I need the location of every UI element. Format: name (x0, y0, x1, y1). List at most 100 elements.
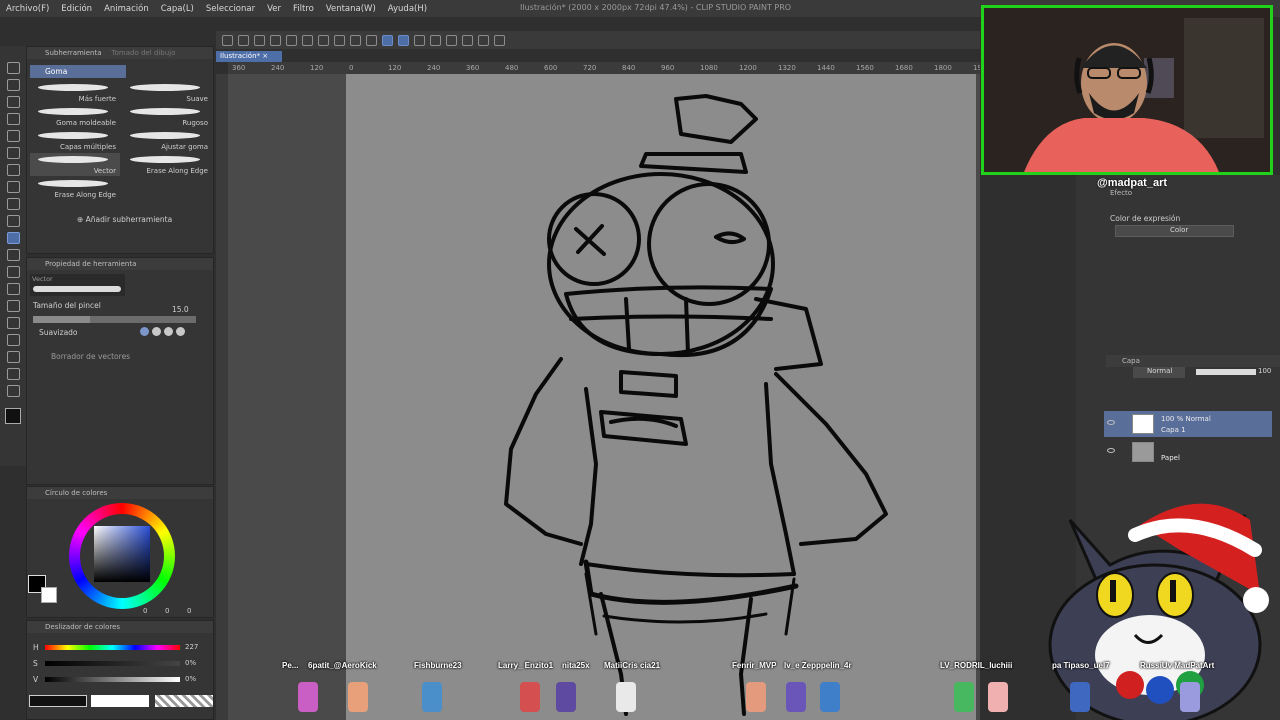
layer-name-label: Capa 1 (1161, 426, 1186, 434)
crop-icon[interactable] (350, 34, 361, 46)
saturation-slider[interactable] (45, 661, 180, 666)
eraser-tool-icon[interactable] (6, 232, 20, 244)
export-icon[interactable] (270, 34, 281, 46)
frame-tool-icon[interactable] (6, 317, 20, 329)
link-icon[interactable] (446, 34, 457, 46)
pencil-tool-icon[interactable] (6, 181, 20, 193)
saturation-value-square[interactable] (94, 526, 150, 582)
blend-tool-icon[interactable] (6, 249, 20, 261)
fullscreen-icon[interactable] (462, 34, 473, 46)
new-icon[interactable] (222, 34, 233, 46)
visibility-eye-icon[interactable] (1107, 448, 1115, 453)
zoom-tool-icon[interactable] (6, 62, 20, 74)
expression-color-select[interactable]: Color (1115, 225, 1234, 237)
pen-tool-icon[interactable] (6, 164, 20, 176)
gradient-tool-icon[interactable] (6, 283, 20, 295)
help-icon[interactable] (430, 34, 441, 46)
value-slider[interactable] (45, 677, 180, 682)
menu-capa[interactable]: Capa(L) (155, 4, 200, 14)
brush-item[interactable]: Suave (122, 81, 212, 104)
transform-icon[interactable] (334, 34, 345, 46)
close-icon[interactable]: × (262, 52, 268, 60)
menu-seleccionar[interactable]: Seleccionar (200, 4, 261, 14)
brush-item[interactable]: Rugoso (122, 105, 212, 128)
figure-tool-icon[interactable] (6, 300, 20, 312)
brush-item[interactable]: Capas múltiples (30, 129, 120, 152)
opacity-slider[interactable] (1196, 369, 1256, 375)
brush-item[interactable]: Más fuerte (30, 81, 120, 104)
menu-ventana[interactable]: Ventana(W) (320, 4, 382, 14)
brush-label: Rugoso (182, 119, 208, 127)
visibility-eye-icon[interactable] (1107, 420, 1115, 425)
settings-icon[interactable] (494, 34, 505, 46)
move-tool-icon[interactable] (6, 96, 20, 108)
save-icon[interactable] (254, 34, 265, 46)
hue-slider[interactable] (45, 645, 180, 650)
menu-edicion[interactable]: Edición (55, 4, 98, 14)
menu-animacion[interactable]: Animación (98, 4, 155, 14)
auto-select-icon[interactable] (6, 130, 20, 142)
hand-tool-icon[interactable] (6, 79, 20, 91)
ruler-tick-label: 1680 (895, 64, 913, 72)
v-value[interactable]: 0% (185, 675, 196, 683)
hue-ring[interactable] (69, 503, 175, 609)
layer-icon[interactable] (478, 34, 489, 46)
color-wheel-panel: Círculo de colores 0 0 0 (26, 486, 214, 618)
undo-icon[interactable] (286, 34, 297, 46)
smoothing-option[interactable] (176, 327, 185, 336)
drawing-canvas[interactable] (346, 74, 976, 720)
brush-item[interactable]: Ajustar goma (122, 129, 212, 152)
ruler-tool-icon[interactable] (6, 334, 20, 346)
s-value[interactable]: 0% (185, 659, 196, 667)
brush-item[interactable]: Erase Along Edge (30, 177, 120, 200)
subtool-header-label[interactable]: Subherramienta (45, 49, 102, 57)
balloon-tool-icon[interactable] (6, 368, 20, 380)
brush-size-slider[interactable] (33, 316, 196, 323)
menu-ver[interactable]: Ver (261, 4, 287, 14)
viewer-name: 6patit_@AeroKick (308, 661, 377, 670)
viewer-name: pa Tipaso_uel7 (1052, 661, 1110, 670)
subtool-header-label2[interactable]: Tomado del dibujo (112, 49, 176, 57)
color-history-white[interactable] (91, 695, 149, 707)
redo-icon[interactable] (302, 34, 313, 46)
layer-row-papel[interactable]: Papel (1104, 439, 1272, 465)
eyedropper-icon[interactable] (6, 147, 20, 159)
blend-mode-select[interactable]: Normal (1133, 367, 1185, 378)
open-icon[interactable] (238, 34, 249, 46)
brush-tool-icon[interactable] (6, 198, 20, 210)
brush-item[interactable]: Erase Along Edge (122, 153, 212, 176)
color-history-black[interactable] (29, 695, 87, 707)
layer-panel-header: Capa (1106, 355, 1280, 367)
snap-grid-icon[interactable] (414, 34, 425, 46)
smoothing-option[interactable] (164, 327, 173, 336)
smoothing-option[interactable] (152, 327, 161, 336)
airbrush-tool-icon[interactable] (6, 215, 20, 227)
menu-ayuda[interactable]: Ayuda(H) (382, 4, 433, 14)
h-value[interactable]: 227 (185, 643, 198, 651)
main-color-swatch[interactable] (5, 408, 21, 424)
sub-color-chip[interactable] (41, 587, 57, 603)
brush-item-selected[interactable]: Vector (30, 153, 120, 176)
selection-tool-icon[interactable] (6, 113, 20, 125)
color-history-transparent[interactable] (155, 695, 213, 707)
opacity-value[interactable]: 100 (1258, 367, 1271, 375)
menu-filtro[interactable]: Filtro (287, 4, 320, 14)
text-tool-icon[interactable] (6, 351, 20, 363)
subtool-group-goma[interactable]: Goma (30, 65, 126, 78)
webcam-overlay (981, 5, 1273, 175)
menu-archivo[interactable]: Archivo(F) (0, 4, 55, 14)
snap-special-ruler-icon[interactable] (398, 34, 409, 46)
brush-size-value[interactable]: 15.0 (172, 305, 189, 314)
preset-preview[interactable]: Vector (30, 274, 125, 296)
loading-icon[interactable] (318, 34, 329, 46)
brush-item[interactable]: Goma moldeable (30, 105, 120, 128)
clear-icon[interactable] (366, 34, 377, 46)
correct-line-tool-icon[interactable] (6, 385, 20, 397)
add-subtool-button[interactable]: ⊕ Añadir subherramienta (77, 215, 172, 224)
fill-tool-icon[interactable] (6, 266, 20, 278)
layer-row-capa1[interactable]: 100 % Normal Capa 1 (1104, 411, 1272, 437)
document-tab[interactable]: Ilustración* × (216, 51, 282, 62)
snap-ruler-icon[interactable] (382, 34, 393, 46)
vector-eraser-label[interactable]: Borrador de vectores (51, 352, 130, 361)
smoothing-option[interactable] (140, 327, 149, 336)
